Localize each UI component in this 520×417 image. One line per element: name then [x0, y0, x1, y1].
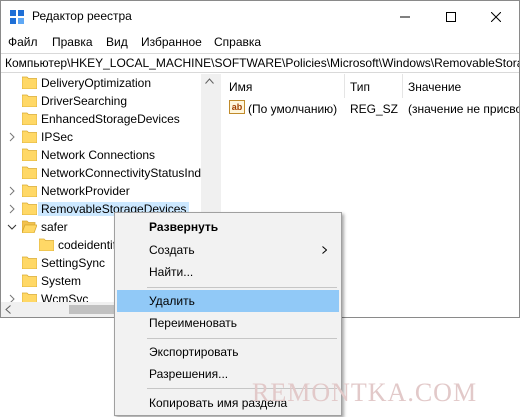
menu-item-find[interactable]: Найти... [117, 261, 339, 283]
menu-item-rename[interactable]: Переименовать [117, 312, 339, 334]
scroll-up-arrow-icon[interactable] [205, 78, 214, 84]
menu-view[interactable]: Вид [106, 35, 128, 49]
tree-item-label: Network Connections [41, 148, 156, 162]
chevron-down-icon[interactable] [7, 222, 17, 232]
column-name-label: Имя [229, 80, 253, 94]
close-icon [491, 11, 501, 22]
menu-separator [147, 338, 337, 339]
folder-icon [22, 148, 37, 161]
minimize-button[interactable] [382, 1, 428, 32]
menu-separator [147, 287, 337, 288]
menu-item-label: Создать [149, 243, 195, 257]
tree-item[interactable]: NetworkProvider [1, 182, 216, 200]
close-button[interactable] [473, 1, 519, 32]
submenu-arrow-icon [322, 246, 327, 254]
menu-favorites[interactable]: Избранное [141, 35, 202, 49]
chevron-right-icon[interactable] [7, 132, 17, 142]
value-row-default[interactable]: ab (По умолчанию) REG_SZ (значение не пр… [221, 98, 519, 118]
folder-icon [22, 130, 37, 143]
maximize-button[interactable] [428, 1, 474, 32]
folder-icon [22, 166, 37, 179]
folder-icon [22, 202, 37, 215]
address-bar[interactable]: Компьютер\HKEY_LOCAL_MACHINE\SOFTWARE\Po… [1, 53, 519, 73]
menu-help[interactable]: Справка [214, 35, 261, 49]
menu-item-label: Экспортировать [149, 345, 239, 359]
tree-item-label: DriverSearching [41, 94, 128, 108]
tree-item[interactable]: IPSec [1, 128, 216, 146]
tree-item-label: System [41, 274, 82, 288]
string-value-icon: ab [229, 100, 245, 114]
menu-item-label: Переименовать [149, 316, 237, 330]
tree-item[interactable]: Network Connections [1, 146, 216, 164]
column-header-type[interactable]: Тип [345, 74, 403, 98]
registry-app-icon [10, 10, 24, 24]
title-bar: Редактор реестра [1, 1, 519, 32]
tree-item-label: SettingSync [41, 256, 106, 270]
value-type: REG_SZ [350, 102, 399, 116]
folder-open-icon [22, 220, 37, 233]
menu-item-export[interactable]: Экспортировать [117, 341, 339, 363]
chevron-right-icon[interactable] [7, 186, 17, 196]
folder-icon [22, 94, 37, 107]
folder-icon [22, 256, 37, 269]
tree-item[interactable]: EnhancedStorageDevices [1, 110, 216, 128]
menu-item-label: Удалить [149, 294, 195, 308]
menu-item-expand[interactable]: Развернуть [117, 216, 339, 238]
column-value-label: Значение [408, 80, 462, 94]
tree-item-label: IPSec [41, 130, 74, 144]
tree-item[interactable]: DeliveryOptimization [1, 74, 216, 92]
menu-item-delete[interactable]: Удалить [117, 290, 339, 312]
minimize-icon [400, 16, 410, 17]
tree-item-label: EnhancedStorageDevices [41, 112, 180, 126]
folder-icon [22, 274, 37, 287]
watermark: REMONTKA.COM [252, 378, 478, 407]
folder-icon [22, 76, 37, 89]
column-header-name[interactable]: Имя [221, 74, 345, 98]
menu-file[interactable]: Файл [8, 35, 38, 49]
window-title: Редактор реестра [32, 9, 132, 23]
folder-icon [39, 238, 54, 251]
menu-edit[interactable]: Правка [52, 35, 93, 49]
menu-bar: Файл Правка Вид Избранное Справка [1, 32, 519, 52]
menu-item-label: Разрешения... [149, 367, 229, 381]
tree-item-label: NetworkConnectivityStatusIndicator [41, 166, 216, 180]
tree-item[interactable]: DriverSearching [1, 92, 216, 110]
address-path[interactable]: Компьютер\HKEY_LOCAL_MACHINE\SOFTWARE\Po… [5, 56, 519, 70]
tree-item-label: DeliveryOptimization [41, 76, 152, 90]
chevron-right-icon[interactable] [7, 204, 17, 214]
menu-item-label: Развернуть [149, 220, 219, 234]
folder-icon [22, 112, 37, 125]
column-type-label: Тип [350, 80, 371, 94]
value-name: (По умолчанию) [248, 102, 338, 116]
maximize-icon [446, 11, 456, 22]
tree-item-label: safer [41, 220, 68, 234]
menu-item-label: Найти... [149, 265, 194, 279]
menu-item-create[interactable]: Создать [117, 239, 339, 261]
tree-item[interactable]: NetworkConnectivityStatusIndicator [1, 164, 216, 182]
tree-item-label: NetworkProvider [41, 184, 130, 198]
scroll-left-arrow-icon[interactable] [5, 305, 11, 314]
value-data: (значение не присвоено) [408, 102, 519, 116]
folder-icon [22, 184, 37, 197]
column-header-value[interactable]: Значение [403, 74, 519, 98]
